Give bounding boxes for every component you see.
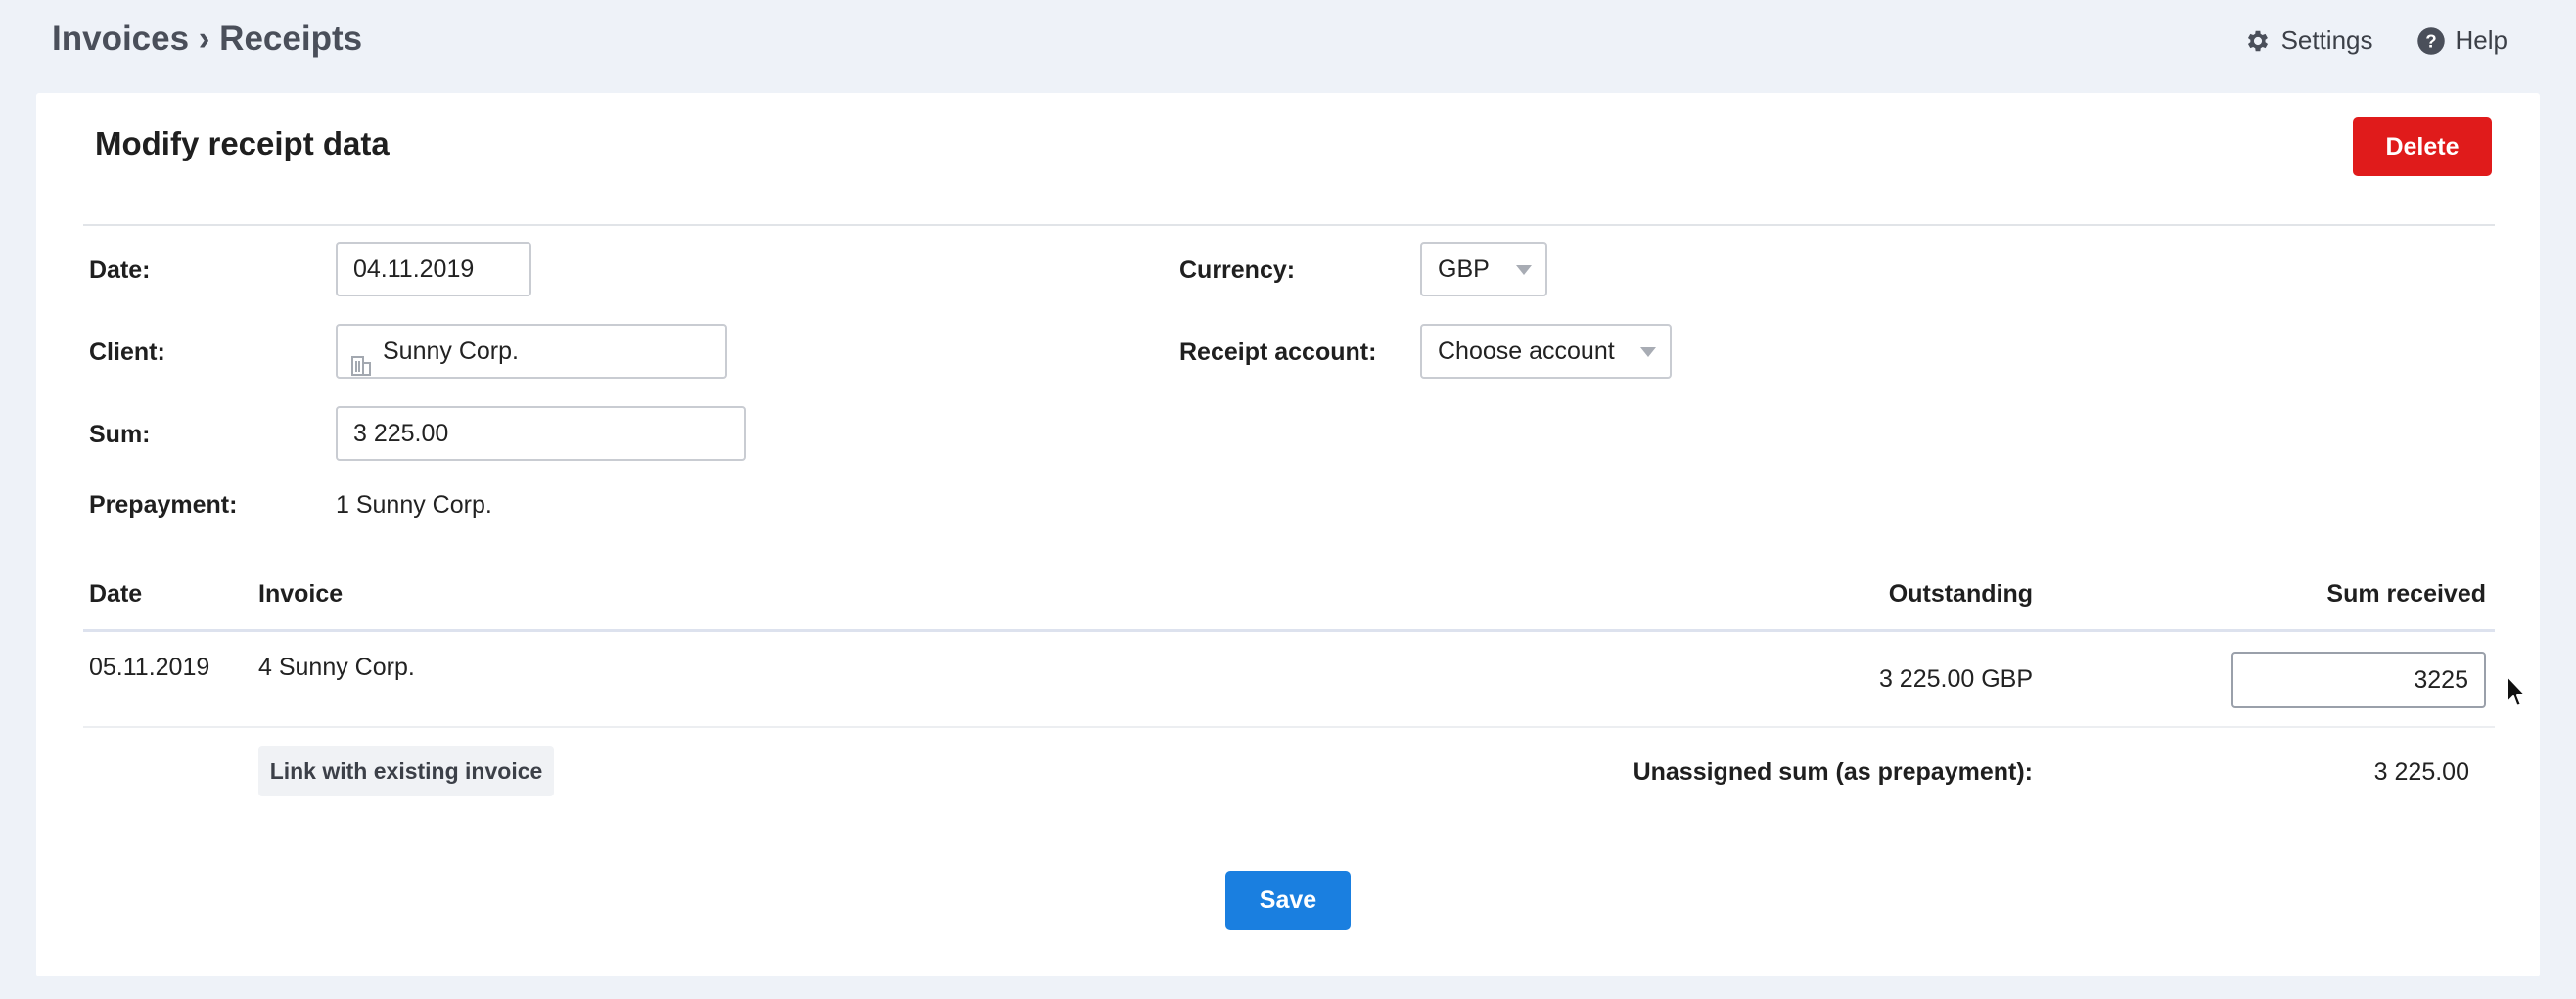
client-label: Client: [89, 339, 165, 366]
prepayment-value: 1 Sunny Corp. [336, 491, 492, 519]
chevron-down-icon [1640, 347, 1656, 357]
building-icon [351, 342, 371, 393]
settings-link[interactable]: Settings [2244, 25, 2373, 56]
sum-field[interactable] [336, 406, 746, 461]
date-field[interactable] [336, 242, 531, 296]
column-header-date: Date [89, 580, 143, 608]
unassigned-sum-label: Unassigned sum (as prepayment): [1633, 758, 2033, 786]
sum-label: Sum: [89, 421, 151, 448]
receipt-account-label: Receipt account: [1179, 339, 1377, 366]
column-header-outstanding: Outstanding [1888, 580, 2033, 608]
currency-value: GBP [1438, 255, 1490, 283]
column-header-invoice: Invoice [258, 580, 344, 608]
chevron-down-icon [1516, 265, 1532, 275]
row-invoice[interactable]: 4 Sunny Corp. [258, 654, 415, 682]
column-header-sum-received: Sum received [2326, 580, 2486, 608]
page-title: Modify receipt data [95, 125, 390, 161]
sum-received-input[interactable] [2231, 652, 2486, 708]
save-button[interactable]: Save [1225, 871, 1351, 930]
receipt-account-value: Choose account [1438, 338, 1615, 365]
row-divider [83, 726, 2495, 728]
top-links: Settings ? Help [2244, 25, 2507, 56]
receipt-account-select[interactable]: Choose account [1420, 324, 1672, 379]
date-label: Date: [89, 256, 151, 284]
help-label: Help [2455, 25, 2507, 55]
breadcrumb[interactable]: Invoices › Receipts [52, 20, 362, 59]
table-header-divider [83, 629, 2495, 632]
prepayment-label: Prepayment: [89, 491, 238, 519]
help-link[interactable]: ? Help [2416, 25, 2507, 56]
settings-label: Settings [2280, 25, 2373, 55]
row-outstanding: 3 225.00 GBP [1878, 665, 2033, 693]
link-invoice-button[interactable]: Link with existing invoice [258, 746, 554, 796]
row-date: 05.11.2019 [89, 654, 210, 681]
header-divider [83, 224, 2495, 226]
client-value: Sunny Corp. [383, 338, 519, 365]
help-icon: ? [2416, 26, 2446, 56]
svg-text:?: ? [2425, 30, 2436, 51]
top-bar: Invoices › Receipts Settings ? Help [0, 0, 2576, 88]
mouse-cursor-icon [2506, 674, 2529, 714]
client-field[interactable]: Sunny Corp. [336, 324, 727, 379]
currency-select[interactable]: GBP [1420, 242, 1547, 296]
gear-icon [2244, 27, 2272, 55]
receipt-card: Modify receipt data Delete Date: Client:… [36, 93, 2540, 976]
delete-button[interactable]: Delete [2353, 117, 2492, 176]
currency-label: Currency: [1179, 256, 1296, 284]
unassigned-sum-value: 3 225.00 [2373, 758, 2469, 786]
